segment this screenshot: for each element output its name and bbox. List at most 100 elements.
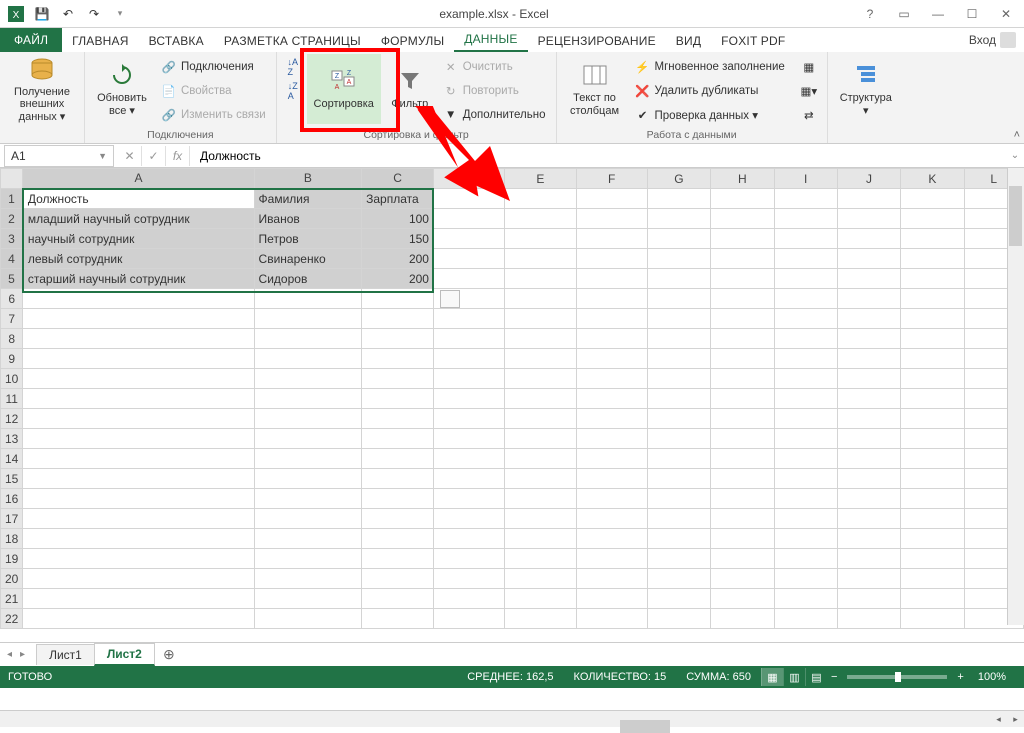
- col-header-H[interactable]: H: [711, 169, 774, 189]
- tab-вид[interactable]: ВИД: [666, 30, 711, 52]
- row-header-17[interactable]: 17: [1, 509, 23, 529]
- cancel-formula-button[interactable]: ✕: [118, 146, 142, 166]
- cell-I20[interactable]: [774, 569, 837, 589]
- cell-A20[interactable]: [23, 569, 254, 589]
- collapse-ribbon-button[interactable]: ˄: [1014, 129, 1020, 141]
- col-header-F[interactable]: F: [576, 169, 647, 189]
- cell-G1[interactable]: [647, 189, 710, 209]
- cell-I13[interactable]: [774, 429, 837, 449]
- cell-G11[interactable]: [647, 389, 710, 409]
- normal-view-button[interactable]: ▦: [761, 668, 783, 686]
- cell-B13[interactable]: [254, 429, 362, 449]
- refresh-all-button[interactable]: Обновить все ▾: [91, 54, 153, 124]
- cell-B5[interactable]: Сидоров: [254, 269, 362, 289]
- cell-K11[interactable]: [901, 389, 964, 409]
- sort-button[interactable]: ZAAZ Сортировка: [307, 54, 381, 124]
- cell-F3[interactable]: [576, 229, 647, 249]
- tab-формулы[interactable]: ФОРМУЛЫ: [371, 30, 454, 52]
- cell-G16[interactable]: [647, 489, 710, 509]
- cell-E14[interactable]: [505, 449, 576, 469]
- cell-A2[interactable]: младший научный сотрудник: [23, 209, 254, 229]
- cell-D11[interactable]: [433, 389, 504, 409]
- row-header-9[interactable]: 9: [1, 349, 23, 369]
- cell-D14[interactable]: [433, 449, 504, 469]
- cell-K14[interactable]: [901, 449, 964, 469]
- row-header-13[interactable]: 13: [1, 429, 23, 449]
- cell-D19[interactable]: [433, 549, 504, 569]
- cell-F9[interactable]: [576, 349, 647, 369]
- cell-G3[interactable]: [647, 229, 710, 249]
- cell-B4[interactable]: Свинаренко: [254, 249, 362, 269]
- cell-H17[interactable]: [711, 509, 774, 529]
- cell-J10[interactable]: [837, 369, 900, 389]
- cell-A18[interactable]: [23, 529, 254, 549]
- cell-G19[interactable]: [647, 549, 710, 569]
- cell-D3[interactable]: [433, 229, 504, 249]
- cell-I10[interactable]: [774, 369, 837, 389]
- row-header-22[interactable]: 22: [1, 609, 23, 629]
- col-header-J[interactable]: J: [837, 169, 900, 189]
- cell-D17[interactable]: [433, 509, 504, 529]
- minimize-button[interactable]: —: [924, 4, 952, 24]
- cell-B14[interactable]: [254, 449, 362, 469]
- whatif-button[interactable]: ▦▾: [797, 80, 821, 102]
- cell-J20[interactable]: [837, 569, 900, 589]
- cell-H14[interactable]: [711, 449, 774, 469]
- worksheet-grid[interactable]: ABCDEFGHIJKL1ДолжностьФамилияЗарплата2мл…: [0, 168, 1024, 642]
- cell-F15[interactable]: [576, 469, 647, 489]
- cell-E18[interactable]: [505, 529, 576, 549]
- cell-C7[interactable]: [362, 309, 434, 329]
- cell-F13[interactable]: [576, 429, 647, 449]
- cell-D15[interactable]: [433, 469, 504, 489]
- cell-F4[interactable]: [576, 249, 647, 269]
- cell-C4[interactable]: 200: [362, 249, 434, 269]
- cell-G21[interactable]: [647, 589, 710, 609]
- tab-разметка-страницы[interactable]: РАЗМЕТКА СТРАНИЦЫ: [214, 30, 371, 52]
- tab-вставка[interactable]: ВСТАВКА: [139, 30, 214, 52]
- cell-K17[interactable]: [901, 509, 964, 529]
- cell-F19[interactable]: [576, 549, 647, 569]
- row-header-6[interactable]: 6: [1, 289, 23, 309]
- cell-K20[interactable]: [901, 569, 964, 589]
- cell-K8[interactable]: [901, 329, 964, 349]
- cell-C11[interactable]: [362, 389, 434, 409]
- cell-K21[interactable]: [901, 589, 964, 609]
- cell-G10[interactable]: [647, 369, 710, 389]
- cell-C3[interactable]: 150: [362, 229, 434, 249]
- cell-E16[interactable]: [505, 489, 576, 509]
- data-validation-button[interactable]: ✔Проверка данных ▾: [631, 104, 789, 126]
- cell-B3[interactable]: Петров: [254, 229, 362, 249]
- cell-I5[interactable]: [774, 269, 837, 289]
- cell-J4[interactable]: [837, 249, 900, 269]
- cell-K10[interactable]: [901, 369, 964, 389]
- cell-C12[interactable]: [362, 409, 434, 429]
- cell-A13[interactable]: [23, 429, 254, 449]
- cell-E20[interactable]: [505, 569, 576, 589]
- row-header-8[interactable]: 8: [1, 329, 23, 349]
- cell-H18[interactable]: [711, 529, 774, 549]
- cell-I22[interactable]: [774, 609, 837, 629]
- cell-C8[interactable]: [362, 329, 434, 349]
- cell-K6[interactable]: [901, 289, 964, 309]
- enter-formula-button[interactable]: ✓: [142, 146, 166, 166]
- tab-главная[interactable]: ГЛАВНАЯ: [62, 30, 138, 52]
- cell-G7[interactable]: [647, 309, 710, 329]
- cell-J16[interactable]: [837, 489, 900, 509]
- col-header-I[interactable]: I: [774, 169, 837, 189]
- cell-A16[interactable]: [23, 489, 254, 509]
- ribbon-display-button[interactable]: ▭: [890, 4, 918, 24]
- cell-D8[interactable]: [433, 329, 504, 349]
- sort-za-button[interactable]: ↓ZA: [285, 80, 301, 102]
- cell-B22[interactable]: [254, 609, 362, 629]
- cell-B1[interactable]: Фамилия: [254, 189, 362, 209]
- cell-B15[interactable]: [254, 469, 362, 489]
- cell-A12[interactable]: [23, 409, 254, 429]
- cell-H1[interactable]: [711, 189, 774, 209]
- cell-K18[interactable]: [901, 529, 964, 549]
- cell-J18[interactable]: [837, 529, 900, 549]
- cell-C6[interactable]: [362, 289, 434, 309]
- cell-J12[interactable]: [837, 409, 900, 429]
- cell-G22[interactable]: [647, 609, 710, 629]
- cell-C2[interactable]: 100: [362, 209, 434, 229]
- page-break-view-button[interactable]: ▤: [805, 668, 827, 686]
